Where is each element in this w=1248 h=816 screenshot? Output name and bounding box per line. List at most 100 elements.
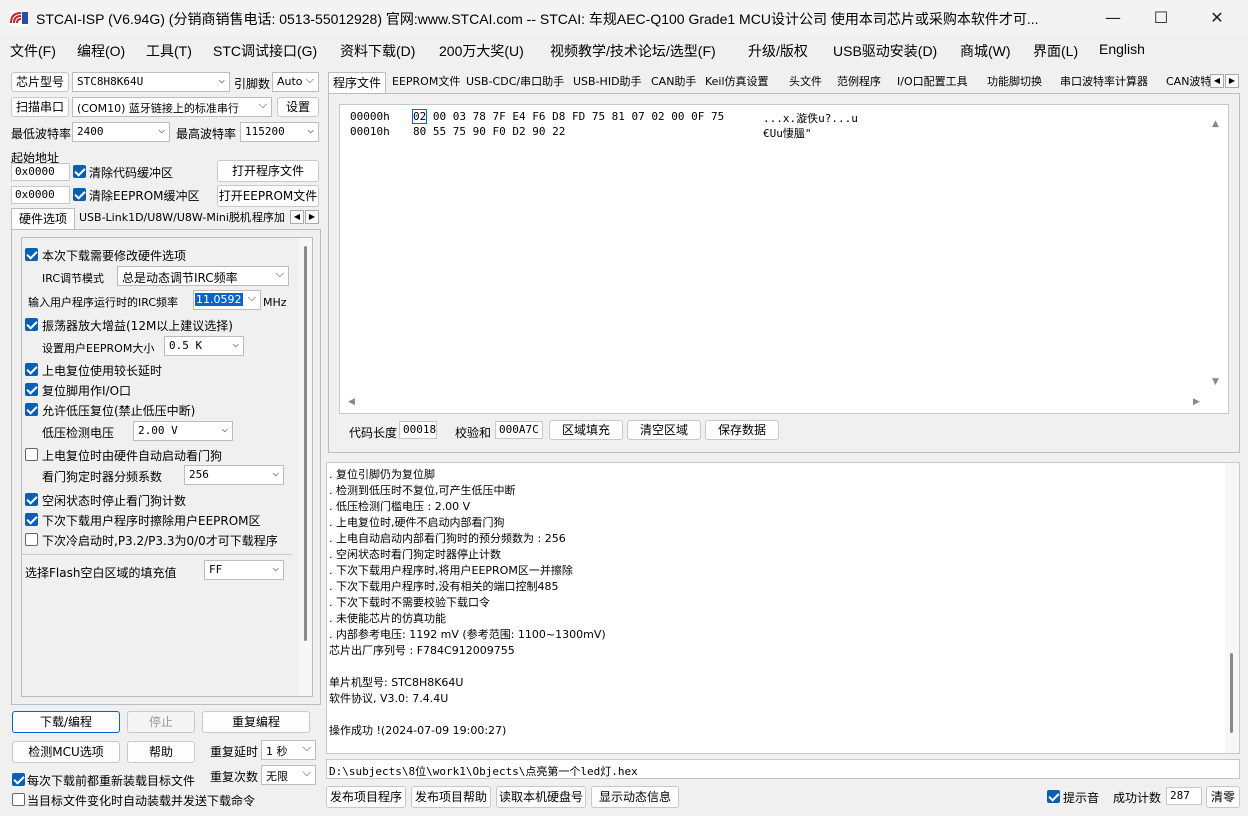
menu-video[interactable]: 视频教学/技术论坛/选型(F) bbox=[550, 41, 716, 61]
open-eeprom-file-button[interactable]: 打开EEPROM文件 bbox=[217, 185, 319, 207]
tab-header-file[interactable]: 头文件 bbox=[789, 72, 822, 94]
idle-wdt-checkbox[interactable] bbox=[25, 493, 38, 506]
port-settings-button[interactable]: 设置 bbox=[277, 97, 319, 117]
osc-gain-checkbox[interactable] bbox=[25, 318, 38, 331]
modify-hw-checkbox[interactable] bbox=[25, 248, 38, 261]
pins-select[interactable]: Auto bbox=[272, 72, 319, 92]
wdt-auto-checkbox[interactable] bbox=[25, 448, 38, 461]
long-delay-checkbox[interactable] bbox=[25, 363, 38, 376]
tab-keil-sim[interactable]: Keil仿真设置 bbox=[705, 72, 769, 94]
flash-fill-select[interactable]: FF bbox=[204, 560, 284, 580]
menu-tools[interactable]: 工具(T) bbox=[146, 41, 192, 61]
scrollbar-thumb[interactable] bbox=[304, 246, 307, 641]
irc-freq-select[interactable]: 11.0592 bbox=[193, 290, 261, 310]
hex-scroll-up-icon[interactable]: ▲ bbox=[1212, 119, 1219, 129]
right-tab-scroll-left-icon[interactable]: ◀ bbox=[1210, 74, 1224, 88]
maximize-icon[interactable]: ☐ bbox=[1138, 0, 1184, 36]
log-line: . 上电自动启动内部看门狗时的预分频数为 : 256 bbox=[329, 532, 566, 545]
hex-scroll-down-icon[interactable]: ▼ bbox=[1212, 377, 1219, 387]
close-icon[interactable]: ✕ bbox=[1194, 0, 1240, 36]
hex-ascii-1: €Uu悽膃" bbox=[763, 127, 812, 140]
clear-count-button[interactable]: 清零 bbox=[1206, 786, 1240, 808]
tab-io-config[interactable]: I/O口配置工具 bbox=[897, 72, 968, 94]
tab-usb-cdc[interactable]: USB-CDC/串口助手 bbox=[466, 72, 564, 94]
hex-bytes-0[interactable]: 02 00 03 78 7F E4 F6 D8 FD 75 81 07 02 0… bbox=[411, 109, 724, 124]
tab-scroll-right-icon[interactable]: ▶ bbox=[305, 210, 319, 224]
tab-usb-hid[interactable]: USB-HID助手 bbox=[573, 72, 642, 94]
publish-help-button[interactable]: 发布项目帮助 bbox=[411, 786, 491, 808]
tab-usb-link[interactable]: USB-Link1D/U8W/U8W-Mini脱机 bbox=[78, 208, 251, 230]
show-dynamic-info-button[interactable]: 显示动态信息 bbox=[591, 786, 679, 808]
menu-prize[interactable]: 200万大奖(U) bbox=[439, 41, 524, 61]
open-program-file-button[interactable]: 打开程序文件 bbox=[217, 160, 319, 182]
check-mcu-button[interactable]: 检测MCU选项 bbox=[12, 741, 120, 763]
p32-checkbox[interactable] bbox=[25, 533, 38, 546]
scan-port-button[interactable]: 扫描串口 bbox=[11, 97, 69, 117]
tab-hardware-options[interactable]: 硬件选项 bbox=[11, 208, 75, 230]
clear-area-button[interactable]: 清空区域 bbox=[627, 420, 701, 440]
irc-mode-select[interactable]: 总是动态调节IRC频率 bbox=[117, 266, 289, 286]
menu-upgrade[interactable]: 升级/版权 bbox=[748, 41, 808, 61]
chip-model-button[interactable]: 芯片型号 bbox=[11, 72, 69, 92]
tab-examples[interactable]: 范例程序 bbox=[837, 72, 881, 94]
repeat-count-select[interactable]: 无限 bbox=[261, 765, 316, 785]
menu-debug[interactable]: STC调试接口(G) bbox=[213, 41, 317, 61]
right-tab-scroll-right-icon[interactable]: ▶ bbox=[1225, 74, 1239, 88]
clear-code-checkbox[interactable] bbox=[73, 165, 86, 178]
com-port-select[interactable]: (COM10) 蓝牙链接上的标准串行 bbox=[72, 97, 272, 117]
eeprom-size-select[interactable]: 0.5 K bbox=[164, 336, 244, 356]
reset-io-checkbox[interactable] bbox=[25, 383, 38, 396]
area-fill-button[interactable]: 区域填充 bbox=[549, 420, 623, 440]
menu-usb-driver[interactable]: USB驱动安装(D) bbox=[833, 41, 937, 61]
tab-can-baud[interactable]: CAN波特 bbox=[1166, 72, 1210, 94]
reload-file-checkbox[interactable] bbox=[12, 773, 25, 786]
repeat-program-button[interactable]: 重复编程 bbox=[202, 711, 310, 733]
hardware-options-panel: 本次下载需要修改硬件选项 IRC调节模式 总是动态调节IRC频率 输入用户程序运… bbox=[11, 229, 321, 705]
tab-pin-switch[interactable]: 功能脚切换 bbox=[987, 72, 1042, 94]
repeat-delay-select[interactable]: 1 秒 bbox=[261, 740, 316, 760]
tab-baud-calc[interactable]: 串口波特率计算器 bbox=[1060, 72, 1148, 94]
read-disk-button[interactable]: 读取本机硬盘号 bbox=[496, 786, 586, 808]
sound-checkbox[interactable] bbox=[1047, 790, 1060, 803]
log-scrollbar-thumb[interactable] bbox=[1230, 653, 1233, 733]
osc-gain-label: 振荡器放大增益(12M以上建议选择) bbox=[42, 319, 233, 333]
hex-view[interactable]: 00000h 02 00 03 78 7F E4 F6 D8 FD 75 81 … bbox=[339, 104, 1229, 414]
tab-can-helper[interactable]: CAN助手 bbox=[651, 72, 696, 94]
hex-scroll-right-icon[interactable]: ▶ bbox=[1193, 397, 1200, 407]
chip-model-select[interactable]: STC8H8K64U bbox=[72, 72, 230, 92]
eeprom-start-address-input[interactable]: 0x0000 bbox=[11, 186, 70, 204]
clear-eeprom-checkbox[interactable] bbox=[73, 188, 86, 201]
menu-download-docs[interactable]: 资料下载(D) bbox=[340, 41, 415, 61]
log-scrollbar[interactable] bbox=[1225, 463, 1239, 753]
wdt-div-select[interactable]: 256 bbox=[184, 465, 284, 485]
erase-eeprom-checkbox[interactable] bbox=[25, 513, 38, 526]
tab-scroll-left-icon[interactable]: ◀ bbox=[290, 210, 304, 224]
menu-english[interactable]: English bbox=[1099, 41, 1145, 57]
tab-program-file[interactable]: 程序文件 bbox=[328, 72, 386, 94]
hex-scroll-left-icon[interactable]: ◀ bbox=[348, 397, 355, 407]
lv-select[interactable]: 2.00 V bbox=[133, 421, 233, 441]
lvr-checkbox[interactable] bbox=[25, 403, 38, 416]
checksum-value: 000A7C bbox=[495, 421, 543, 439]
max-baud-select[interactable]: 115200 bbox=[240, 122, 319, 142]
menu-program[interactable]: 编程(O) bbox=[77, 41, 125, 61]
max-baud-label: 最高波特率 bbox=[176, 127, 237, 141]
publish-program-button[interactable]: 发布项目程序 bbox=[326, 786, 406, 808]
auto-send-checkbox[interactable] bbox=[12, 793, 25, 806]
menu-file[interactable]: 文件(F) bbox=[10, 41, 56, 61]
minimize-icon[interactable]: — bbox=[1090, 0, 1136, 36]
tab-program-encrypt[interactable]: 程序加 bbox=[252, 208, 285, 230]
download-program-button[interactable]: 下载/编程 bbox=[12, 711, 120, 733]
options-scrollbar[interactable] bbox=[299, 238, 312, 696]
menu-interface[interactable]: 界面(L) bbox=[1033, 41, 1078, 61]
lvr-label: 允许低压复位(禁止低压中断) bbox=[42, 404, 196, 418]
log-output[interactable]: . 复位引脚仍为复位脚 . 检测到低压时不复位,可产生低压中断 . 低压检测门槛… bbox=[326, 462, 1240, 754]
save-data-button[interactable]: 保存数据 bbox=[705, 420, 779, 440]
hex-bytes-1: 80 55 75 90 F0 D2 90 22 bbox=[413, 125, 566, 138]
min-baud-select[interactable]: 2400 bbox=[72, 122, 170, 142]
stop-button[interactable]: 停止 bbox=[127, 711, 195, 733]
code-start-address-input[interactable]: 0x0000 bbox=[11, 163, 70, 181]
help-button[interactable]: 帮助 bbox=[127, 741, 195, 763]
tab-eeprom-file[interactable]: EEPROM文件 bbox=[392, 72, 460, 94]
menu-store[interactable]: 商城(W) bbox=[960, 41, 1011, 61]
